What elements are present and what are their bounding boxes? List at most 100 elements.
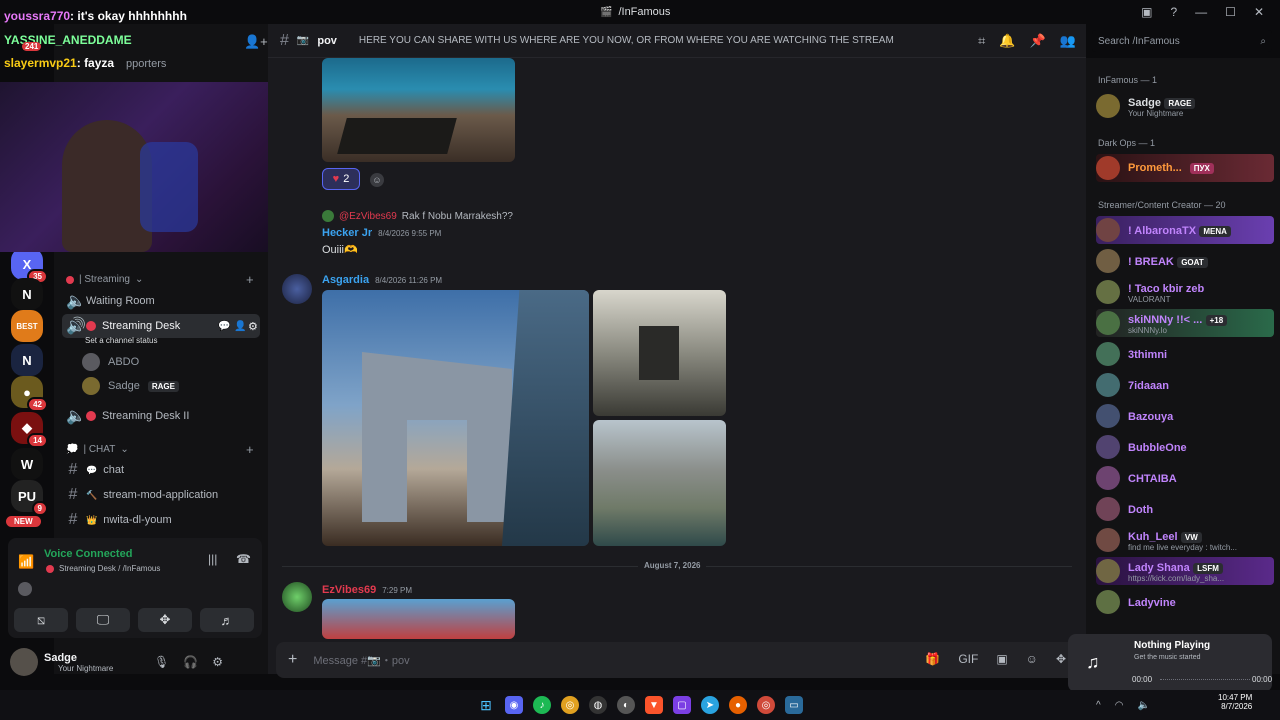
text-channel[interactable]: # 👑 nwita-dl-youm: [62, 508, 260, 532]
member-item[interactable]: Kuh_Leel VW find me live everyday : twitc…: [1096, 526, 1274, 554]
search-input[interactable]: Search /InFamous ⌕: [1092, 30, 1272, 52]
server-x-icon[interactable]: X 35: [11, 248, 48, 284]
player-progress[interactable]: [1160, 679, 1250, 680]
obs-icon[interactable]: ◍: [589, 696, 607, 714]
set-status-link[interactable]: Set a channel status: [85, 336, 158, 345]
close-button[interactable]: ✕: [1254, 5, 1264, 19]
speaker-icon[interactable]: 🔈: [1137, 700, 1149, 711]
server-nexora-icon[interactable]: N: [11, 344, 43, 376]
member-item[interactable]: Prometh... ПУХ: [1096, 154, 1274, 182]
voice-channel-streaming-desk[interactable]: 🔊 Streaming Desk 💬 👤 ⚙: [62, 314, 260, 338]
remote-desktop-icon[interactable]: ▭: [785, 696, 803, 714]
add-attachment-icon[interactable]: +: [288, 651, 297, 669]
pin-icon[interactable]: 📌: [1030, 33, 1046, 49]
chrome-icon[interactable]: ◎: [561, 696, 579, 714]
server-best-icon[interactable]: BEST: [11, 310, 43, 342]
category-chat[interactable]: 💭 | CHAT ⌄: [66, 444, 129, 455]
bell-icon[interactable]: 🔔: [999, 33, 1015, 49]
gear-icon[interactable]: ⚙: [212, 655, 223, 669]
member-item[interactable]: Lady Shana LSFM https://kick.com/lady_sha…: [1096, 557, 1274, 585]
message-input[interactable]: + Message #📷・pov 🎁 GIF ▣ ☺ ✥: [276, 642, 1076, 678]
voice-user[interactable]: ABDO: [82, 352, 139, 372]
message-author[interactable]: Asgardia 8/4/2026 11:26 PM: [322, 274, 442, 286]
gif-icon[interactable]: GIF: [958, 652, 978, 666]
microphone-icon[interactable]: 🎙: [154, 655, 169, 669]
server-red-icon[interactable]: ◆ 14: [11, 412, 48, 448]
noise-suppression-icon[interactable]: |||: [208, 552, 217, 566]
avatar[interactable]: [282, 274, 312, 304]
inbox-icon[interactable]: ▣: [1141, 5, 1152, 19]
category-streaming[interactable]: | Streaming ⌄: [66, 274, 143, 285]
text-channel[interactable]: # 🔨 stream-mod-application: [62, 483, 260, 507]
member-item[interactable]: ! AlbaronaTX MENA: [1096, 216, 1274, 244]
chat-icon[interactable]: 💬: [218, 321, 230, 332]
user-info[interactable]: Sadge Your Nightmare: [44, 652, 113, 673]
add-friend-icon[interactable]: 👤+: [244, 34, 268, 50]
threads-icon[interactable]: ⌗: [978, 33, 985, 49]
sticker-icon[interactable]: ▣: [996, 652, 1007, 666]
reaction-heart[interactable]: ♥ 2: [322, 168, 360, 190]
message-author[interactable]: Hecker Jr 8/4/2026 9:55 PM: [322, 227, 441, 239]
disconnect-icon[interactable]: ☎: [236, 552, 251, 566]
voice-channel-streaming-desk-2[interactable]: 🔈 Streaming Desk II: [62, 404, 260, 428]
add-channel-icon[interactable]: +: [246, 442, 254, 457]
text-channel[interactable]: # 💬 chat: [62, 458, 260, 482]
member-item[interactable]: Ladyvine: [1096, 588, 1274, 616]
member-item[interactable]: 7idaaan: [1096, 371, 1274, 399]
app-purple-icon[interactable]: ▢: [673, 696, 691, 714]
message-author[interactable]: EzVibes69 7:29 PM: [322, 584, 412, 596]
windows-start-icon[interactable]: ⊞: [477, 696, 495, 714]
member-item[interactable]: Bazouya: [1096, 402, 1274, 430]
minimize-button[interactable]: —: [1195, 5, 1207, 19]
attachment-image-corridor[interactable]: [593, 290, 726, 416]
user-avatar[interactable]: [10, 648, 38, 676]
chevron-up-icon[interactable]: ^: [1096, 700, 1101, 711]
apps-icon[interactable]: ✥: [1056, 652, 1066, 666]
discord-icon[interactable]: ◉: [505, 696, 523, 714]
add-channel-icon[interactable]: +: [246, 272, 254, 287]
gift-icon[interactable]: 🎁: [925, 652, 940, 666]
activities-button[interactable]: ✥: [138, 608, 192, 632]
member-item[interactable]: ! Taco kbir zeb VALORANT: [1096, 278, 1274, 306]
soundboard-button[interactable]: ♬: [200, 608, 254, 632]
attachment-image-city[interactable]: [593, 420, 726, 546]
member-item[interactable]: Sadge RAGE Your Nightmare: [1096, 92, 1274, 120]
avatar[interactable]: [282, 582, 312, 612]
screen-share-button[interactable]: 🖵: [76, 608, 130, 632]
voice-location[interactable]: Streaming Desk / /InFamous: [46, 564, 160, 573]
github-icon[interactable]: ◐: [617, 696, 635, 714]
attachment-image[interactable]: [322, 58, 515, 162]
music-note-icon[interactable]: ♫: [1086, 652, 1100, 673]
emoji-icon[interactable]: ☺: [1026, 652, 1038, 666]
brave-icon[interactable]: ▼: [645, 696, 663, 714]
add-reaction-icon[interactable]: ☺: [370, 173, 384, 187]
chrome-icon[interactable]: ◎: [757, 696, 775, 714]
spotify-icon[interactable]: ♪: [533, 696, 551, 714]
voice-status[interactable]: Voice Connected: [44, 548, 132, 560]
server-gold-icon[interactable]: ● 42: [11, 376, 48, 412]
gear-icon[interactable]: ⚙: [248, 320, 258, 333]
voice-channel-waiting-room[interactable]: 🔈 Waiting Room: [62, 289, 260, 313]
camera-off-button[interactable]: ⧅: [14, 608, 68, 632]
reply-reference[interactable]: @EzVibes69 Rak f Nobu Marrakesh??: [322, 210, 513, 222]
wifi-icon[interactable]: ◠: [1115, 700, 1124, 711]
voice-user[interactable]: Sadge RAGE: [82, 376, 179, 396]
channel-topic[interactable]: HERE YOU CAN SHARE WITH US WHERE ARE YOU…: [359, 35, 894, 46]
member-item[interactable]: CHTAIBA: [1096, 464, 1274, 492]
maximize-button[interactable]: ☐: [1225, 5, 1236, 19]
telegram-icon[interactable]: ➤: [701, 696, 719, 714]
member-item[interactable]: Doth: [1096, 495, 1274, 523]
server-n-icon[interactable]: N: [11, 278, 43, 310]
member-item[interactable]: 3thimni: [1096, 340, 1274, 368]
firefox-icon[interactable]: ●: [729, 696, 747, 714]
server-w-icon[interactable]: W: [11, 448, 43, 480]
attachment-image[interactable]: [322, 599, 515, 639]
member-item[interactable]: BubbleOne: [1096, 433, 1274, 461]
invite-icon[interactable]: 👤: [234, 321, 246, 332]
member-item[interactable]: ! BREAK GOAT: [1096, 247, 1274, 275]
headphones-icon[interactable]: 🎧: [183, 655, 198, 669]
server-pu-icon[interactable]: PU 9: [11, 480, 48, 516]
clock[interactable]: 10:47 PM 8/7/2026: [1218, 693, 1252, 711]
member-item[interactable]: skiNNNy !!< ... +18 skiNNNy.lo: [1096, 309, 1274, 337]
members-icon[interactable]: 👥: [1060, 33, 1076, 49]
